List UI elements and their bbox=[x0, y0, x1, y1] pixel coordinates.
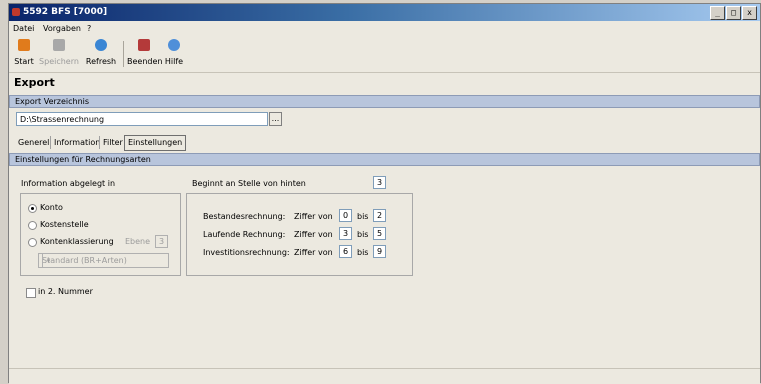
help-label: Hilfe bbox=[164, 57, 184, 66]
tab-einstellungen[interactable]: Einstellungen bbox=[124, 135, 187, 151]
save-icon bbox=[53, 39, 65, 51]
radio-kontenklassierung[interactable] bbox=[28, 238, 37, 247]
export-dir-input[interactable]: D:\Strassenrechnung bbox=[16, 112, 268, 126]
info-label: Information abgelegt in bbox=[21, 179, 116, 188]
refresh-button[interactable]: Refresh bbox=[83, 39, 119, 66]
window-title: 5592 BFS [7000] bbox=[23, 7, 108, 17]
close-button[interactable]: x bbox=[742, 6, 757, 20]
save-button[interactable]: Speichern bbox=[39, 39, 79, 66]
browse-button[interactable]: ... bbox=[269, 112, 282, 126]
exit-button[interactable]: Beenden bbox=[127, 39, 163, 66]
laufende-rechnung-from-input[interactable]: 3 bbox=[339, 227, 352, 240]
ebene-label: Ebene bbox=[125, 237, 151, 246]
investitionsrechnung-ziffer-label: Ziffer von bbox=[294, 248, 333, 257]
export-dir-section-label: Export Verzeichnis bbox=[15, 97, 90, 106]
settings-section-header: Einstellungen für Rechnungsarten bbox=[9, 153, 760, 166]
laufende-rechnung-ziffer-label: Ziffer von bbox=[294, 230, 333, 239]
start-button[interactable]: Start bbox=[13, 39, 35, 66]
exit-label: Beenden bbox=[127, 57, 163, 66]
title-bar: 5592 BFS [7000] _ □ x bbox=[9, 4, 760, 21]
second-number-checkbox[interactable] bbox=[26, 288, 36, 298]
radio-kostenstelle-label: Kostenstelle bbox=[40, 220, 89, 229]
app-window: 5592 BFS [7000] _ □ x Datei Vorgaben ? S… bbox=[8, 3, 761, 384]
beginnt-label: Beginnt an Stelle von hinten bbox=[192, 179, 306, 188]
menu-bar: Datei Vorgaben ? bbox=[9, 22, 760, 36]
beginnt-input[interactable]: 3 bbox=[373, 176, 386, 189]
investitionsrechnung-label: Investitionsrechnung: bbox=[203, 248, 290, 257]
toolbar: Start Speichern Refresh Beenden Hilfe bbox=[9, 37, 760, 73]
radio-konto-label: Konto bbox=[40, 203, 63, 212]
second-number-label: in 2. Nummer bbox=[38, 287, 93, 296]
tab-generell[interactable]: Generell bbox=[15, 136, 55, 149]
start-label: Start bbox=[14, 57, 34, 66]
help-icon bbox=[168, 39, 180, 51]
bestandesrechnung-from-input[interactable]: 0 bbox=[339, 209, 352, 222]
exit-icon bbox=[138, 39, 150, 51]
laufende-rechnung-to-input[interactable]: 5 bbox=[373, 227, 386, 240]
menu-vorgaben[interactable]: Vorgaben bbox=[43, 24, 81, 33]
radio-konto[interactable] bbox=[28, 204, 37, 213]
investitionsrechnung-to-input[interactable]: 9 bbox=[373, 245, 386, 258]
bestandesrechnung-ziffer-label: Ziffer von bbox=[294, 212, 333, 221]
help-button[interactable]: Hilfe bbox=[163, 39, 185, 66]
maximize-button[interactable]: □ bbox=[726, 6, 741, 20]
menu-datei[interactable]: Datei bbox=[13, 24, 34, 33]
investitionsrechnung-bis-label: bis bbox=[357, 248, 369, 257]
ebene-input[interactable]: 3 bbox=[155, 235, 168, 248]
bestandesrechnung-bis-label: bis bbox=[357, 212, 369, 221]
minimize-button[interactable]: _ bbox=[710, 6, 725, 20]
klassierung-select[interactable]: Standard (BR+Arten) ▾ bbox=[38, 253, 169, 268]
refresh-icon bbox=[95, 39, 107, 51]
settings-section-label: Einstellungen für Rechnungsarten bbox=[15, 155, 151, 164]
tab-filter[interactable]: Filter bbox=[99, 136, 126, 149]
save-label: Speichern bbox=[39, 57, 79, 66]
export-dir-value: D:\Strassenrechnung bbox=[20, 115, 105, 124]
laufende-rechnung-label: Laufende Rechnung: bbox=[203, 230, 286, 239]
page-title: Export bbox=[14, 76, 55, 89]
start-icon bbox=[18, 39, 30, 51]
export-dir-section-header: Export Verzeichnis bbox=[9, 95, 760, 108]
radio-kontenklassierung-label: Kontenklassierung bbox=[40, 237, 114, 246]
bestandesrechnung-to-input[interactable]: 2 bbox=[373, 209, 386, 222]
investitionsrechnung-from-input[interactable]: 6 bbox=[339, 245, 352, 258]
page-title-bar: Export bbox=[9, 73, 760, 94]
refresh-label: Refresh bbox=[85, 57, 117, 66]
menu-help[interactable]: ? bbox=[87, 24, 91, 33]
bestandesrechnung-label: Bestandesrechnung: bbox=[203, 212, 286, 221]
klassierung-select-value: Standard (BR+Arten) bbox=[42, 256, 127, 265]
toolbar-separator bbox=[123, 41, 124, 67]
laufende-rechnung-bis-label: bis bbox=[357, 230, 369, 239]
tab-information[interactable]: Information bbox=[50, 136, 103, 149]
status-bar bbox=[9, 368, 760, 384]
chevron-down-icon: ▾ bbox=[42, 254, 54, 267]
radio-kostenstelle[interactable] bbox=[28, 221, 37, 230]
app-icon bbox=[12, 8, 20, 16]
